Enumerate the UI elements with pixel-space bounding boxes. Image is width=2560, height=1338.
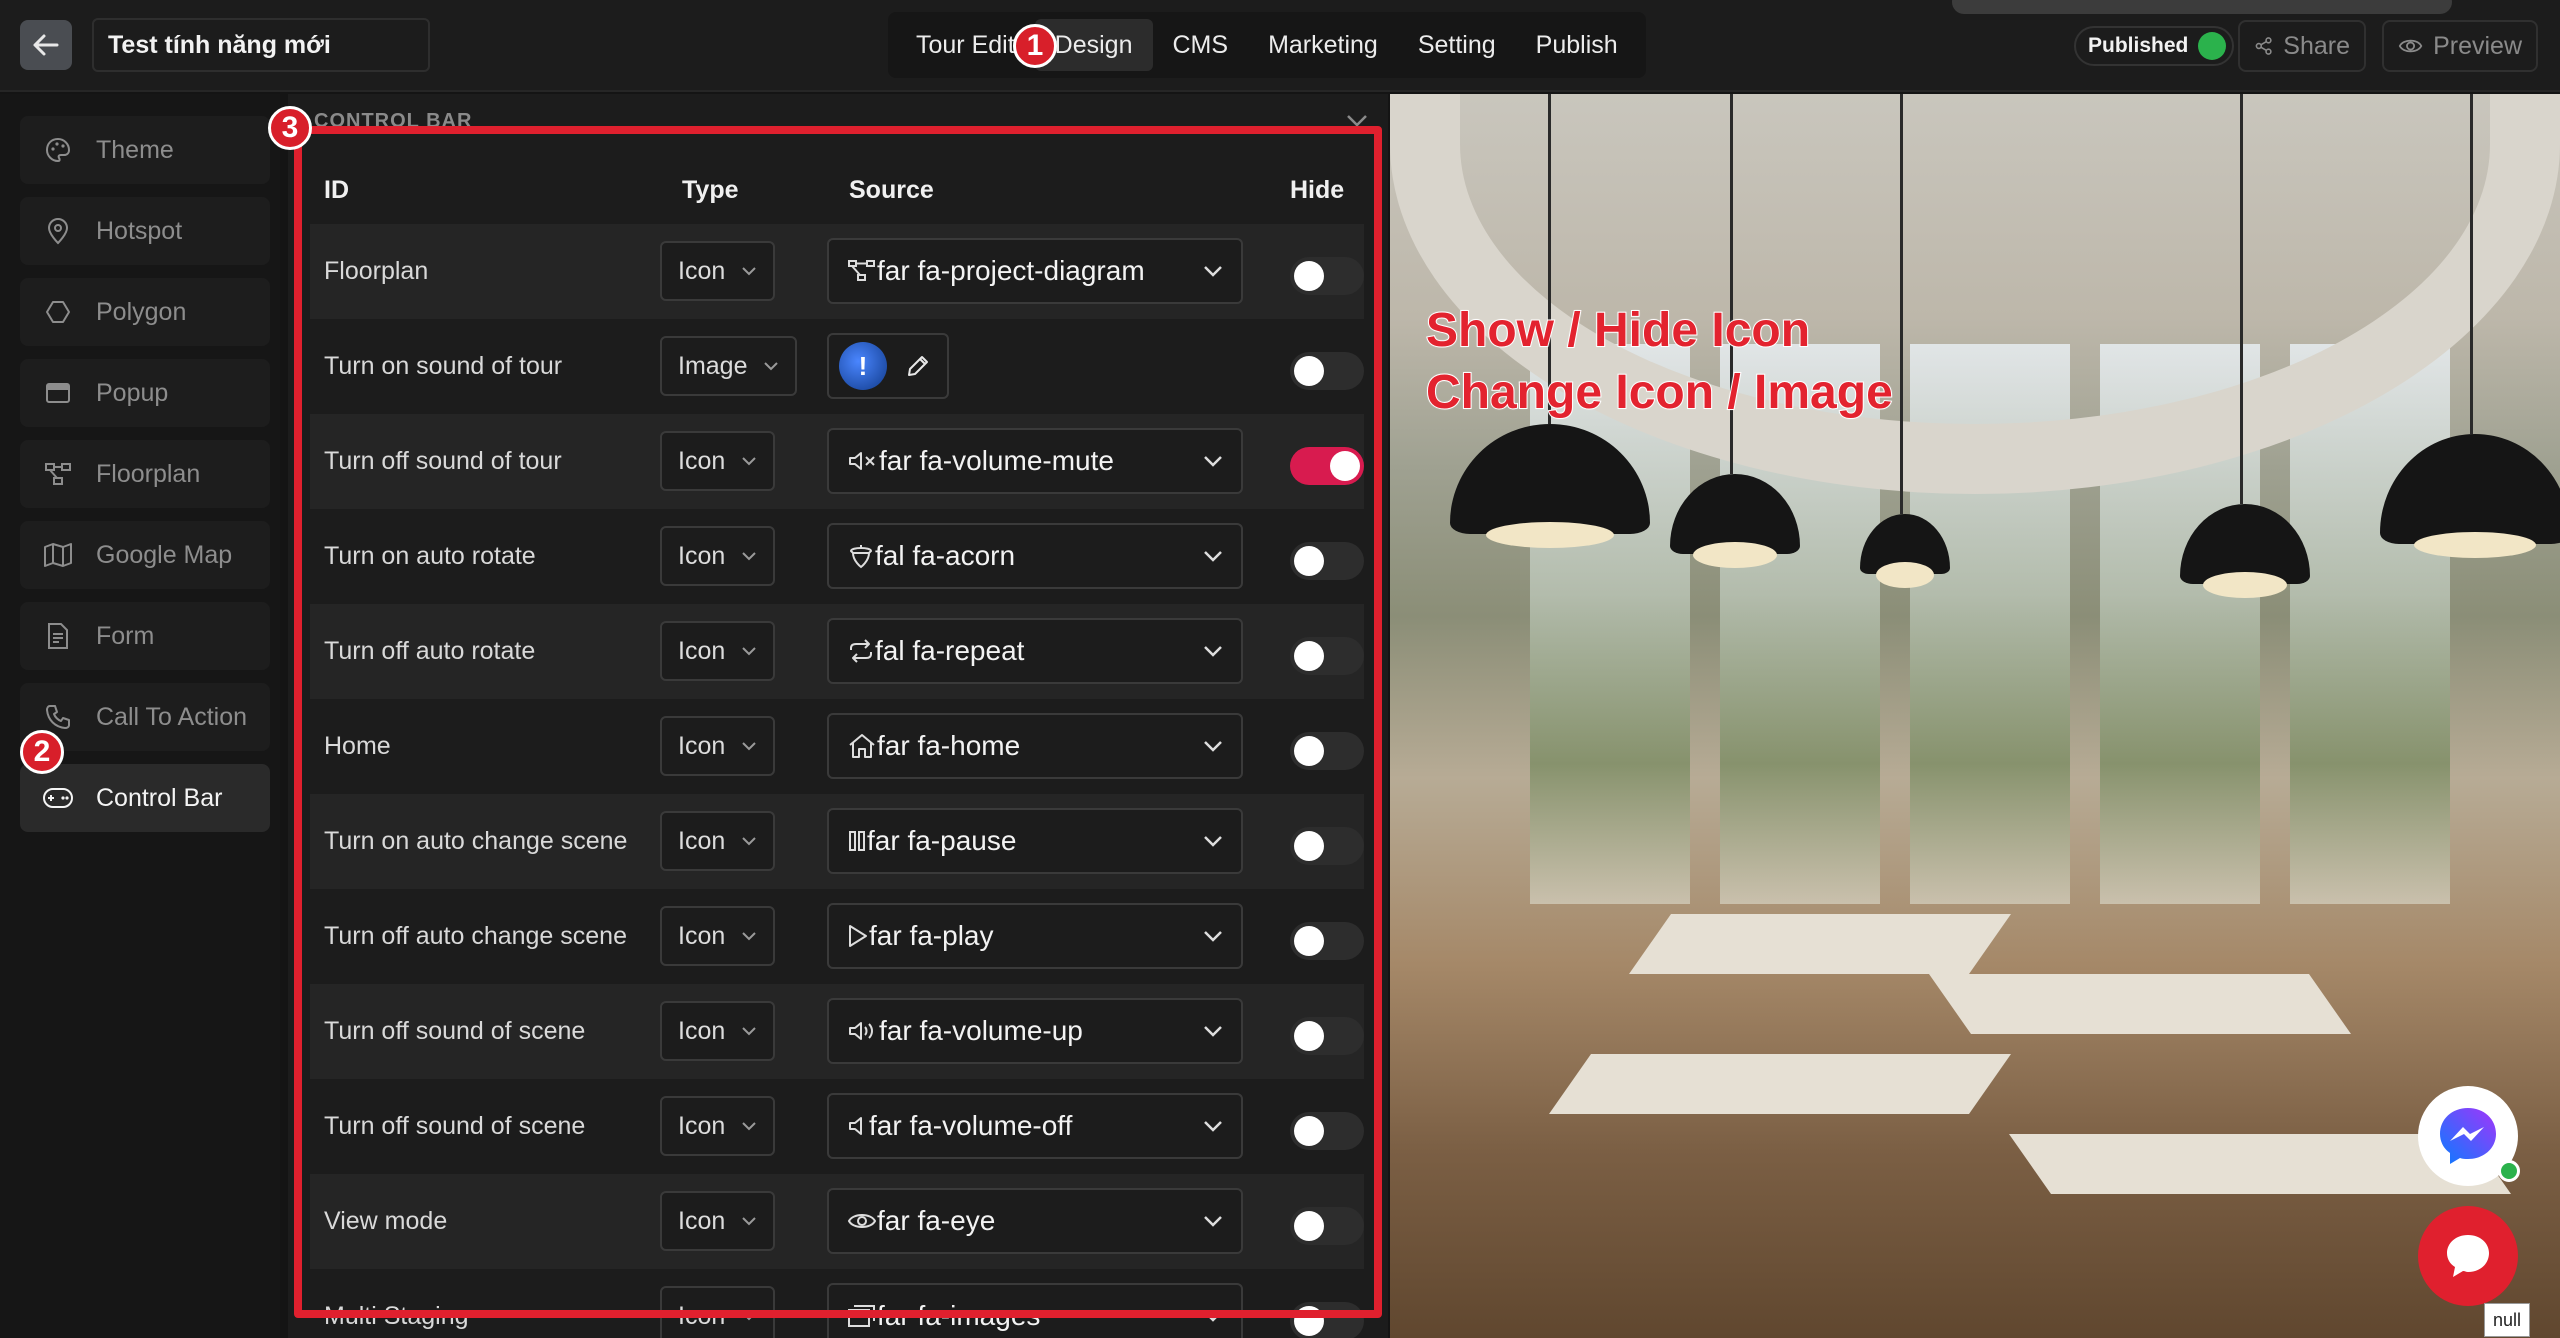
status-dot [2198, 32, 2227, 60]
annotation-badge-1: 1 [1013, 24, 1057, 68]
tour-name-input[interactable]: Test tính năng mới [92, 18, 430, 72]
lamp-cord [2470, 94, 2473, 434]
sidebar-item-label: Popup [96, 378, 169, 407]
map-icon [42, 539, 74, 571]
share-icon [2255, 37, 2272, 55]
chat-button[interactable] [2418, 1206, 2518, 1306]
lamp-cord [1900, 94, 1903, 514]
status-label: Published [2088, 34, 2189, 57]
preview-label: Preview [2433, 31, 2522, 60]
tab-publish[interactable]: Publish [1516, 19, 1638, 71]
map-pin-icon [42, 215, 74, 247]
back-button[interactable] [20, 20, 72, 70]
arrow-left-icon [33, 34, 59, 56]
sidebar-item-label: Theme [96, 135, 174, 164]
annotation-overlay: Show / Hide Icon Change Icon / Image [1425, 300, 1894, 424]
top-bar: Test tính năng mới Tour Edit Design CMS … [0, 0, 2560, 92]
share-button[interactable]: Share [2238, 20, 2366, 72]
lamp-cord [2240, 94, 2243, 504]
palette-icon [42, 134, 74, 166]
share-label: Share [2283, 31, 2350, 60]
online-indicator [2498, 1160, 2520, 1182]
dining-table [1548, 1054, 2012, 1114]
project-diagram-icon [42, 458, 74, 490]
eye-icon [2398, 39, 2423, 53]
sidebar-item-popup[interactable]: Popup [20, 359, 270, 427]
tab-setting[interactable]: Setting [1398, 19, 1516, 71]
form-icon [42, 620, 74, 652]
preview-button[interactable]: Preview [2382, 20, 2538, 72]
sidebar-item-label: Hotspot [96, 216, 183, 245]
scroll-indicator [1952, 0, 2452, 14]
sidebar-item-google-map[interactable]: Google Map [20, 521, 270, 589]
messenger-icon [2440, 1108, 2496, 1164]
top-nav: Tour Edit Design CMS Marketing Setting P… [888, 12, 1646, 78]
gamepad-icon [42, 782, 74, 814]
sidebar-item-form[interactable]: Form [20, 602, 270, 670]
sidebar-item-floorplan[interactable]: Floorplan [20, 440, 270, 508]
dining-table [1628, 914, 2012, 974]
sidebar-item-hotspot[interactable]: Hotspot [20, 197, 270, 265]
sidebar-item-label: Control Bar [96, 783, 223, 812]
sidebar-item-label: Call To Action [96, 702, 248, 731]
annotation-badge-2: 2 [20, 730, 64, 774]
hexagon-icon [42, 296, 74, 328]
tab-cms[interactable]: CMS [1153, 19, 1249, 71]
dining-table [1928, 974, 2352, 1034]
chat-bubble-icon [2447, 1235, 2489, 1277]
sidebar-item-label: Floorplan [96, 459, 201, 488]
sidebar-item-polygon[interactable]: Polygon [20, 278, 270, 346]
annotation-line: Show / Hide Icon [1425, 303, 1811, 358]
tour-preview-image[interactable] [1390, 94, 2560, 1338]
null-label: null [2484, 1303, 2530, 1337]
annotation-badge-3: 3 [268, 106, 312, 150]
published-status[interactable]: Published [2074, 26, 2235, 66]
sidebar-item-label: Polygon [96, 297, 187, 326]
window-icon [42, 377, 74, 409]
annotation-frame [294, 126, 1382, 1318]
sidebar-item-label: Google Map [96, 540, 233, 569]
tab-marketing[interactable]: Marketing [1248, 19, 1398, 71]
sidebar-item-theme[interactable]: Theme [20, 116, 270, 184]
annotation-line: Change Icon / Image [1425, 365, 1894, 420]
messenger-button[interactable] [2418, 1086, 2520, 1186]
sidebar-item-control-bar[interactable]: Control Bar [20, 764, 270, 832]
sidebar-item-label: Form [96, 621, 155, 650]
phone-icon [42, 701, 74, 733]
